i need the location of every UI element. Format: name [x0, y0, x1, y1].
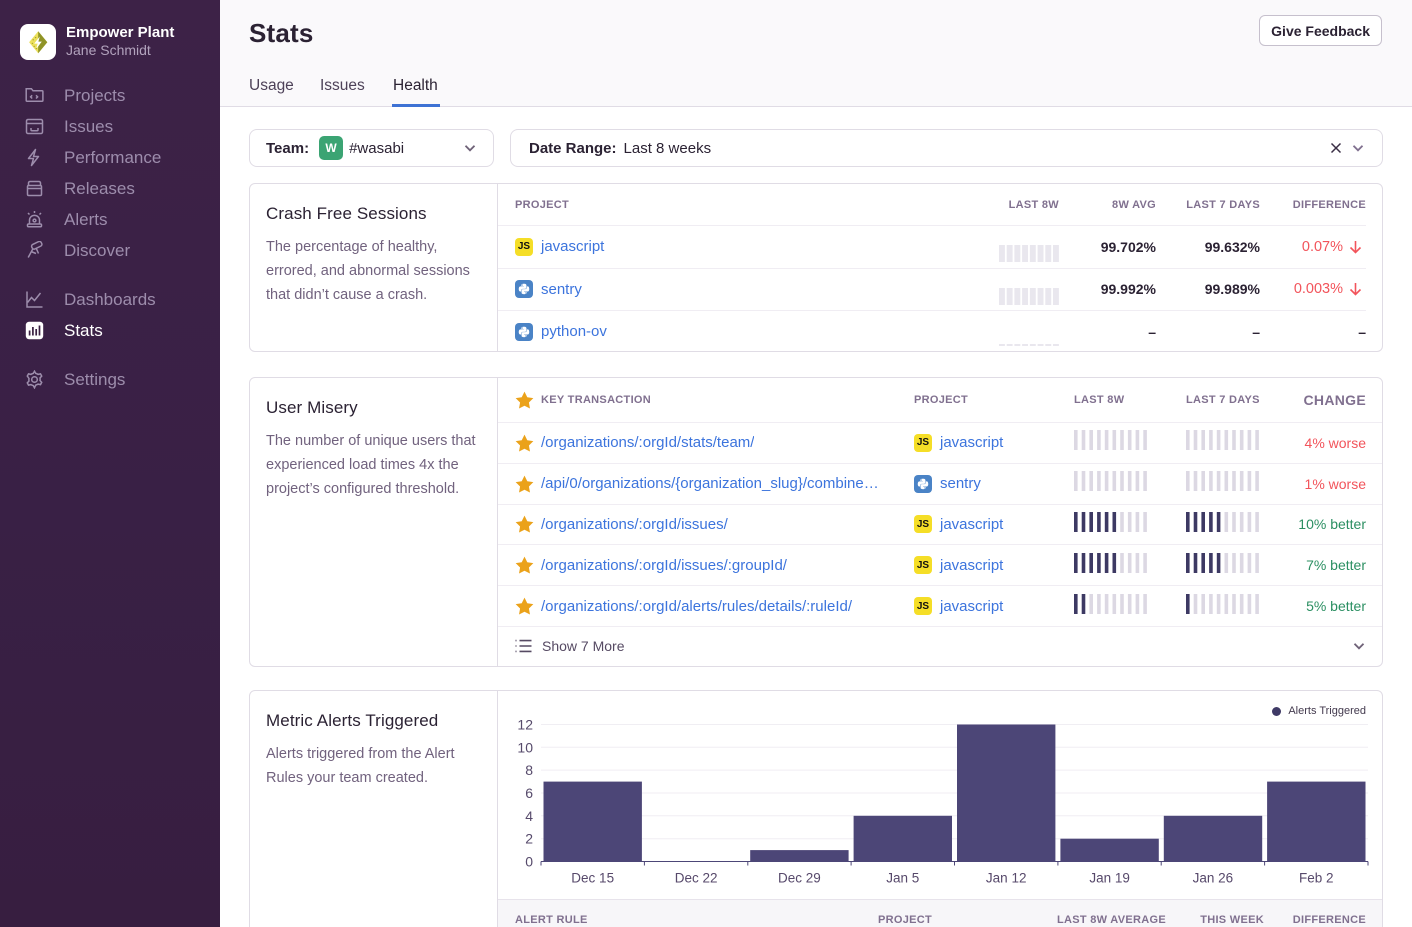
svg-text:Dec 29: Dec 29: [778, 871, 821, 886]
svg-text:Dec 22: Dec 22: [675, 871, 718, 886]
svg-text:Feb 2: Feb 2: [1299, 871, 1334, 886]
svg-text:Jan 5: Jan 5: [886, 871, 919, 886]
svg-text:2: 2: [525, 831, 533, 847]
svg-text:8: 8: [525, 762, 533, 778]
svg-text:Dec 15: Dec 15: [571, 871, 614, 886]
svg-text:Jan 26: Jan 26: [1193, 871, 1234, 886]
svg-text:12: 12: [517, 717, 533, 733]
svg-text:Jan 12: Jan 12: [986, 871, 1027, 886]
svg-text:Jan 19: Jan 19: [1089, 871, 1130, 886]
svg-text:6: 6: [525, 785, 533, 801]
svg-text:10: 10: [517, 739, 533, 755]
svg-text:4: 4: [525, 808, 533, 824]
svg-text:0: 0: [525, 854, 533, 870]
